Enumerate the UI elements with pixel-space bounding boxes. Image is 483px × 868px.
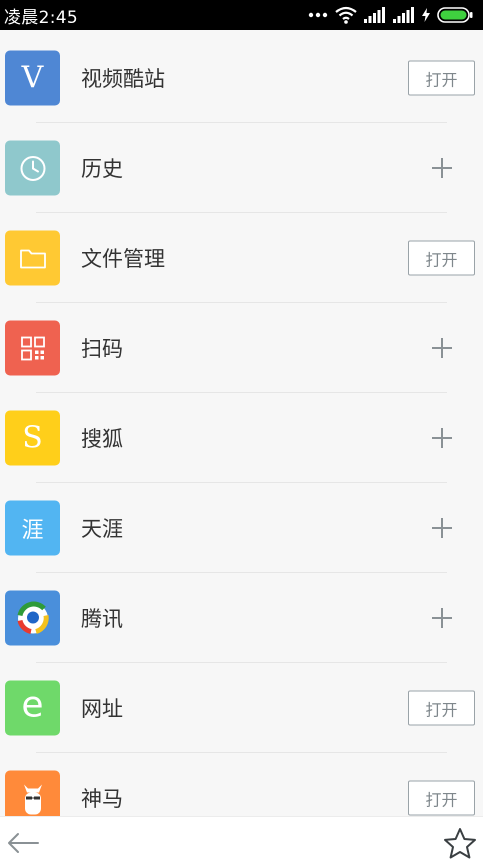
clock-icon [5,140,60,196]
status-bar: 凌晨2:45 [0,0,483,30]
app-label: 神马 [81,787,123,811]
battery-icon [437,7,473,23]
qr-code-icon [5,320,60,376]
charging-icon [422,8,430,22]
back-arrow-icon[interactable] [6,829,40,857]
add-button[interactable] [429,155,455,181]
signal-icon [364,7,386,23]
app-label: 天涯 [81,517,123,541]
list-item[interactable]: e 网址 打开 [0,663,483,753]
list-item[interactable]: 历史 [0,123,483,213]
app-label: 腾讯 [81,607,123,631]
add-button[interactable] [429,335,455,361]
add-button[interactable] [429,515,455,541]
status-icons [308,6,473,24]
add-button[interactable] [429,605,455,631]
list-item[interactable]: 神马 打开 [0,753,483,816]
app-label: 视频酷站 [81,67,165,91]
list-item[interactable]: 腾讯 [0,573,483,663]
wifi-icon [335,6,357,24]
more-dots-icon [308,12,328,18]
bottom-toolbar [0,816,483,868]
app-label: 扫码 [81,337,123,361]
app-label: 历史 [81,157,123,181]
s-letter-icon: S [5,410,60,466]
app-label: 搜狐 [81,427,123,451]
open-button[interactable]: 打开 [408,60,475,96]
list-item[interactable]: V 视频酷站 打开 [0,33,483,123]
open-button[interactable]: 打开 [408,240,475,276]
signal-icon [393,7,415,23]
tencent-icon [5,590,60,646]
list-item[interactable]: 文件管理 打开 [0,213,483,303]
app-label: 网址 [81,697,123,721]
tianya-icon: 涯 [5,500,60,556]
status-time: 凌晨2:45 [4,7,78,28]
star-icon[interactable] [443,827,477,861]
e-letter-icon: e [5,680,60,736]
app-list: V 视频酷站 打开 历史 文件管理 打开 扫码 S 搜狐 涯 天涯 腾讯 e 网… [0,33,483,816]
list-item[interactable]: 扫码 [0,303,483,393]
alpaca-icon [5,770,60,816]
list-item[interactable]: 涯 天涯 [0,483,483,573]
v-letter-icon: V [5,50,60,106]
app-label: 文件管理 [81,247,165,271]
add-button[interactable] [429,425,455,451]
folder-icon [5,230,60,286]
list-item[interactable]: S 搜狐 [0,393,483,483]
open-button[interactable]: 打开 [408,780,475,816]
open-button[interactable]: 打开 [408,690,475,726]
